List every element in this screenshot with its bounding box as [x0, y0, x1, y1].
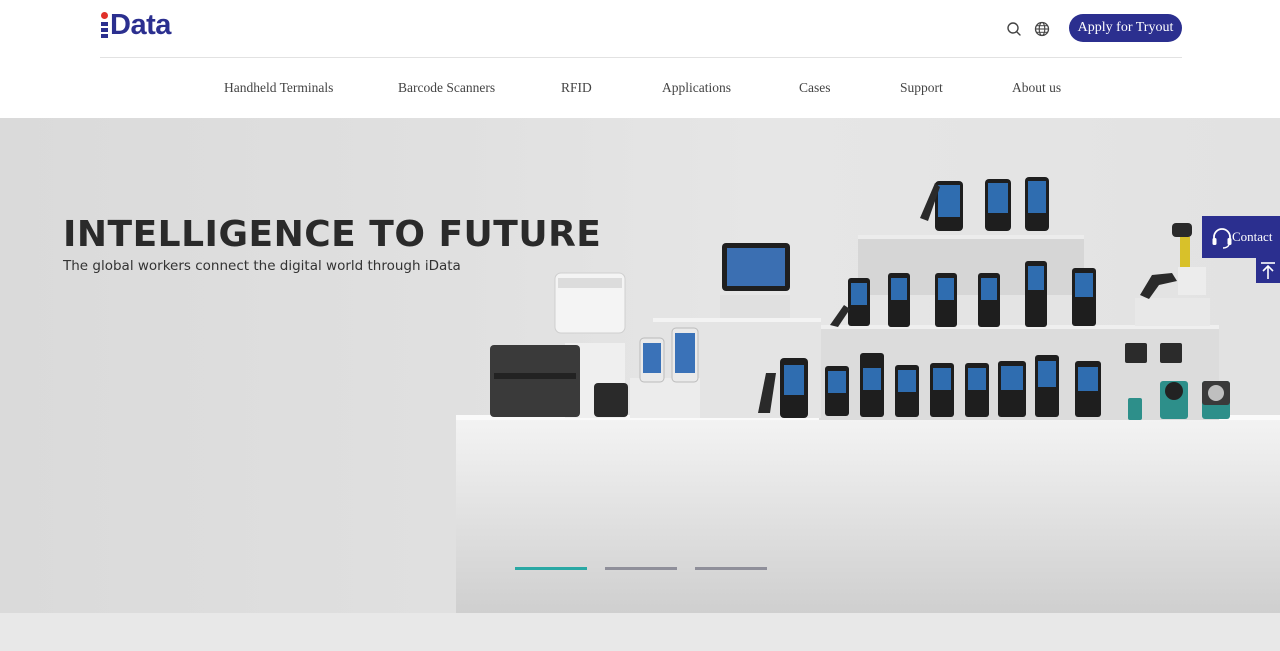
- product-lineup-image: [490, 177, 1230, 420]
- carousel-indicator-3[interactable]: [695, 567, 767, 570]
- headset-icon: [1210, 225, 1234, 249]
- hero-banner[interactable]: INTELLIGENCE TO FUTURE The global worker…: [0, 118, 1280, 613]
- main-nav: Handheld Terminals Barcode Scanners RFID…: [0, 58, 1280, 118]
- nav-item-rfid[interactable]: RFID: [561, 80, 592, 96]
- carousel-indicator-1[interactable]: [515, 567, 587, 570]
- hero-subtitle: The global workers connect the digital w…: [63, 258, 461, 274]
- search-icon[interactable]: [1004, 19, 1024, 39]
- idata-logo[interactable]: Data: [100, 8, 180, 42]
- back-to-top-button[interactable]: [1256, 258, 1280, 283]
- apply-for-tryout-button[interactable]: Apply for Tryout: [1069, 14, 1182, 42]
- logo-text: Data: [110, 9, 171, 41]
- site-header: Data Apply for Tryout Handheld Terminals…: [0, 0, 1280, 118]
- carousel-indicator-2[interactable]: [605, 567, 677, 570]
- nav-item-about-us[interactable]: About us: [1012, 80, 1061, 96]
- nav-item-cases[interactable]: Cases: [799, 80, 831, 96]
- logo-mark-icon: [100, 12, 110, 38]
- arrow-up-to-top-icon: [1261, 262, 1275, 279]
- display-platform: [456, 420, 1280, 613]
- nav-item-support[interactable]: Support: [900, 80, 943, 96]
- next-section-band: [0, 613, 1280, 651]
- nav-item-handheld-terminals[interactable]: Handheld Terminals: [224, 80, 333, 96]
- nav-item-barcode-scanners[interactable]: Barcode Scanners: [398, 80, 495, 96]
- globe-icon[interactable]: [1032, 19, 1052, 39]
- contact-button[interactable]: Contact: [1202, 216, 1280, 258]
- contact-label: Contact: [1232, 229, 1273, 244]
- nav-item-applications[interactable]: Applications: [662, 80, 731, 96]
